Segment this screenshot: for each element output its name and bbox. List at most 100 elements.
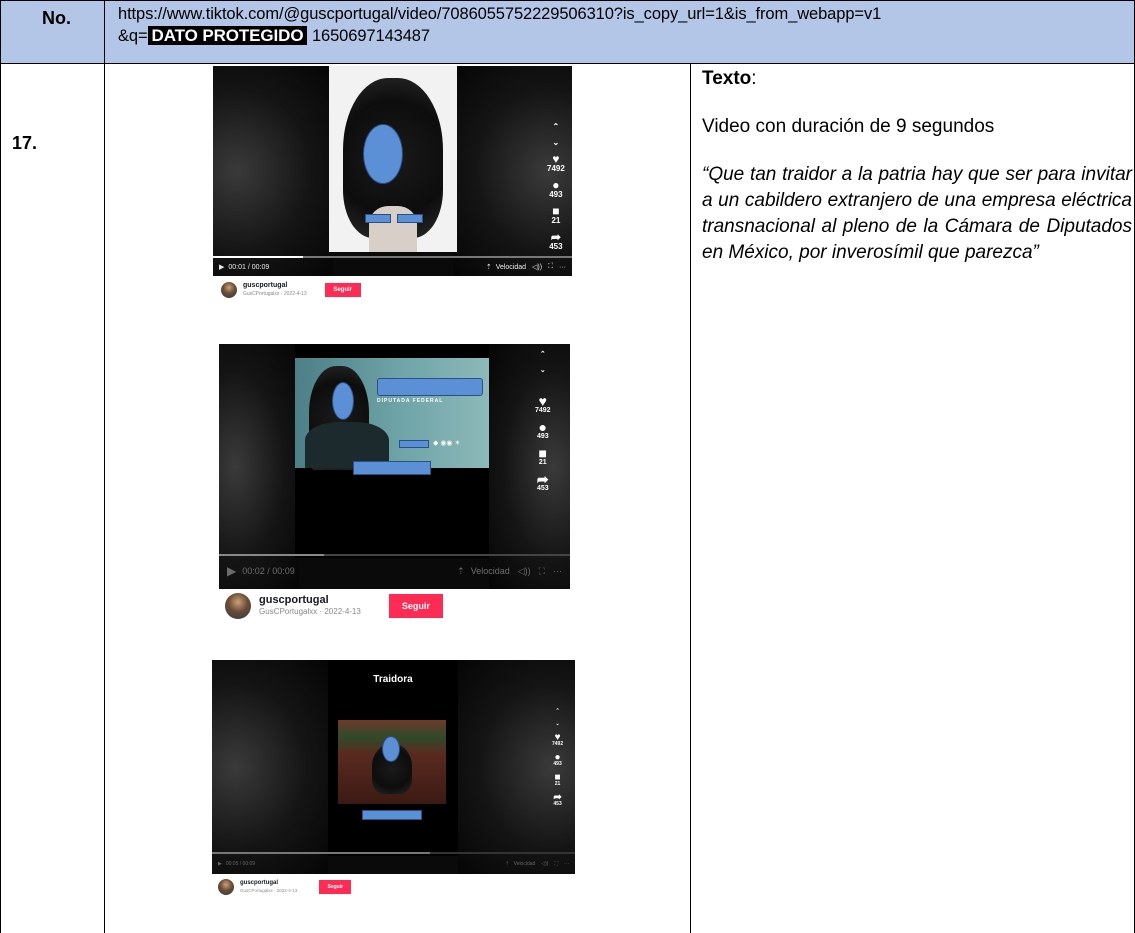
follow-button[interactable]: Seguir [324, 283, 361, 297]
url-prefix: &q= [118, 27, 148, 45]
save-action[interactable]: ■ 21 [547, 204, 565, 226]
quote-text: “Que tan traidor a la patria hay que ser… [702, 164, 1132, 263]
video-inset: DIPUTADA FEDERAL ◆ ◉◉ ✶ [295, 358, 489, 470]
speed-icon[interactable]: ⇡ [457, 566, 465, 577]
progress-bar[interactable] [219, 554, 570, 556]
like-action[interactable]: ♥ 7492 [552, 732, 563, 748]
heart-icon: ♥ [554, 732, 561, 743]
video-footer-2: guscportugal GusCPortugalxx · 2022-4-13 … [219, 589, 570, 623]
header-no-label: No. [42, 8, 71, 28]
comment-icon: ● [554, 752, 561, 763]
speed-button[interactable]: Velocidad [496, 264, 526, 271]
text-colon: : [751, 68, 757, 89]
fullscreen-icon[interactable]: ⛶ [554, 861, 558, 867]
side-actions: ⌃ ⌄ ♥ 7492 ● 493 ■ 21 ➦ 453 [552, 708, 563, 814]
more-icon[interactable]: ··· [559, 264, 566, 271]
row-number-cell: 17. [0, 63, 104, 933]
video-caption: Traidora [373, 674, 413, 685]
like-action[interactable]: ♥ 7492 [547, 153, 565, 174]
bookmark-icon: ■ [552, 204, 560, 218]
chevron-down-icon[interactable]: ⌄ [547, 138, 565, 148]
chevron-up-icon[interactable]: ⌃ [552, 708, 563, 715]
video-screenshot-3: Traidora ⌃ ⌄ ♥ 7492 ● 493 ■ 21 ➦ 453 ▶ 00:05… [212, 660, 575, 874]
table-border-top [0, 0, 1135, 1]
username[interactable]: guscportugal [259, 594, 361, 606]
save-action[interactable]: ■ 21 [552, 772, 563, 788]
header-no-cell: No. [0, 0, 104, 63]
chevron-up-icon[interactable]: ⌃ [535, 350, 551, 360]
bookmark-icon: ■ [554, 772, 561, 783]
duration-text: Video con duración de 9 segundos [702, 116, 995, 137]
follow-button[interactable]: Seguir [319, 880, 352, 894]
table-divider-1 [104, 0, 105, 933]
user-subtitle: GusCPortugalxx · 2022-4-13 [243, 291, 307, 297]
share-icon: ➦ [553, 792, 562, 803]
speed-icon[interactable]: ⇡ [486, 263, 492, 271]
document-table: No. https://www.tiktok.com/@guscportugal… [0, 0, 1135, 933]
redaction-box [353, 461, 431, 475]
text-column: Texto: Video con duración de 9 segundos … [702, 66, 1132, 288]
table-border-header [0, 63, 1135, 64]
fullscreen-icon[interactable]: ⛶ [539, 566, 545, 577]
play-icon[interactable]: ▶ [227, 564, 236, 578]
speed-icon[interactable]: ⇡ [505, 861, 509, 867]
progress-fill [213, 256, 303, 258]
avatar[interactable] [218, 879, 234, 895]
chevron-down-icon[interactable]: ⌄ [552, 721, 563, 728]
volume-icon[interactable]: ◁)) [518, 566, 531, 577]
progress-bar[interactable] [212, 852, 575, 854]
speed-button[interactable]: Velocidad [471, 566, 510, 576]
time-display: 00:02 / 00:09 [242, 566, 295, 576]
play-icon[interactable]: ▶ [219, 263, 224, 271]
avatar[interactable] [225, 593, 251, 619]
progress-fill [212, 852, 430, 854]
share-action[interactable]: ➦ 453 [547, 231, 565, 252]
more-icon[interactable]: ··· [553, 566, 562, 576]
bookmark-icon: ■ [538, 445, 548, 461]
redacted-data-label: DATO PROTEGIDO [147, 26, 308, 45]
chevron-up-icon[interactable]: ⌃ [547, 122, 565, 132]
avatar[interactable] [221, 282, 237, 298]
face-redaction [363, 124, 403, 184]
comment-icon: ● [538, 419, 548, 435]
speed-button[interactable]: Velocidad [514, 861, 536, 867]
redaction-box [397, 214, 423, 223]
volume-icon[interactable]: ◁)) [541, 861, 548, 867]
heart-icon: ♥ [538, 393, 547, 409]
video-frame: DIPUTADA FEDERAL ◆ ◉◉ ✶ [295, 344, 489, 558]
redaction-box [399, 440, 429, 448]
video-frame [329, 66, 457, 252]
share-action[interactable]: ➦ 453 [535, 471, 551, 494]
header-url-cell: https://www.tiktok.com/@guscportugal/vid… [104, 0, 1135, 63]
username[interactable]: guscportugal [240, 879, 297, 887]
user-subtitle: GusCPortugalxx · 2022-4-13 [240, 888, 298, 893]
play-icon[interactable]: ▶ [218, 861, 222, 867]
time-display: 00:01 / 00:09 [228, 263, 270, 271]
fullscreen-icon[interactable]: ⛶ [548, 263, 553, 271]
share-icon: ➦ [536, 471, 549, 487]
comment-action[interactable]: ● 493 [552, 752, 563, 768]
video-banner-text: DIPUTADA FEDERAL [377, 398, 444, 404]
save-action[interactable]: ■ 21 [535, 445, 551, 468]
redaction-box [377, 378, 483, 396]
comment-action[interactable]: ● 493 [547, 179, 565, 200]
like-action[interactable]: ♥ 7492 [535, 393, 551, 416]
progress-bar[interactable] [213, 256, 572, 258]
player-controls: ▶ 00:02 / 00:09 ⇡ Velocidad ◁)) ⛶ ··· [219, 562, 570, 580]
video-footer-1: guscportugal GusCPortugalxx · 2022-4-13 … [213, 276, 572, 304]
comment-action[interactable]: ● 493 [535, 419, 551, 442]
share-action[interactable]: ➦ 453 [552, 792, 563, 808]
video-inset [338, 720, 446, 804]
more-icon[interactable]: ··· [564, 861, 569, 867]
username[interactable]: guscportugal [243, 281, 307, 290]
chevron-down-icon[interactable]: ⌄ [535, 366, 551, 376]
face-redaction [332, 382, 354, 420]
redaction-box [362, 810, 422, 820]
face-redaction [382, 736, 400, 762]
video-screenshot-1: ⌃ ⌄ ♥ 7492 ● 493 ■ 21 ➦ 453 ▶ 00:01 / 00:09 … [213, 66, 572, 276]
user-subtitle: GusCPortugalxx · 2022-4-13 [259, 607, 361, 616]
video-footer-3: guscportugal GusCPortugalxx · 2022-4-13 … [212, 874, 575, 900]
player-controls: ▶ 00:05 / 00:09 ⇡ Velocidad ◁)) ⛶ ··· [212, 858, 575, 870]
volume-icon[interactable]: ◁)) [532, 263, 542, 271]
follow-button[interactable]: Seguir [388, 594, 443, 618]
